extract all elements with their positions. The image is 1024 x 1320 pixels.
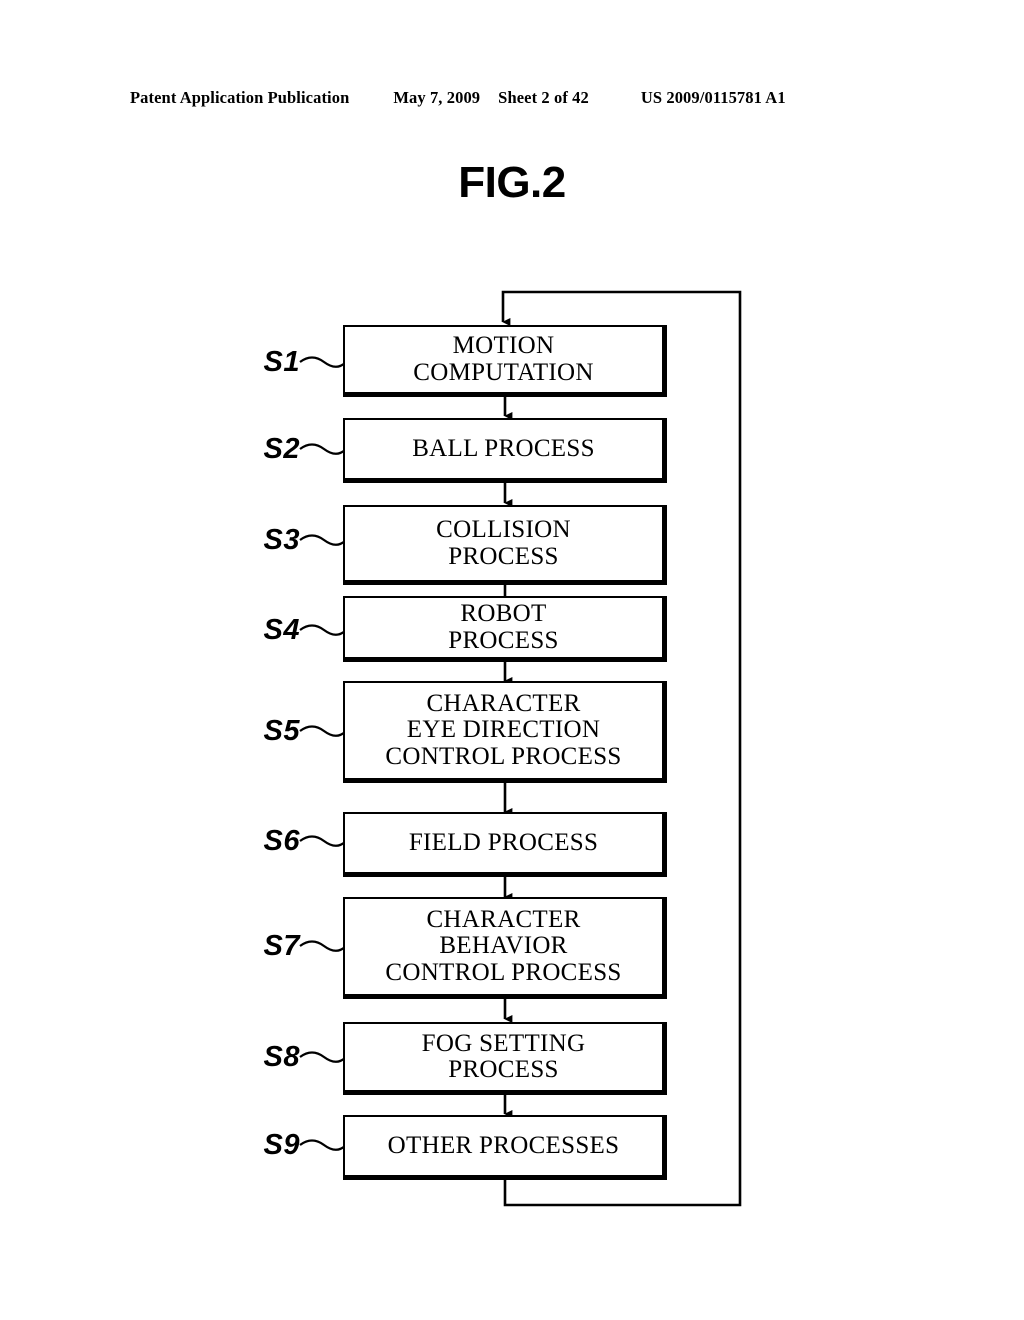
leader-line-s5 bbox=[299, 725, 346, 737]
process-box-s1[interactable]: MOTION COMPUTATION bbox=[343, 325, 667, 397]
process-box-s8-text: FOG SETTING PROCESS bbox=[421, 1029, 586, 1083]
step-label-s6: S6 bbox=[263, 825, 300, 857]
process-box-s4[interactable]: ROBOT PROCESS bbox=[343, 596, 667, 662]
process-box-s6[interactable]: FIELD PROCESS bbox=[343, 812, 667, 877]
process-box-s2-text: BALL PROCESS bbox=[412, 434, 595, 462]
process-box-s1-text: MOTION COMPUTATION bbox=[413, 332, 594, 386]
process-box-s7[interactable]: CHARACTER BEHAVIOR CONTROL PROCESS bbox=[343, 897, 667, 999]
process-box-s3[interactable]: COLLISION PROCESS bbox=[343, 505, 667, 585]
step-label-s1: S1 bbox=[263, 346, 300, 378]
process-box-s8[interactable]: FOG SETTING PROCESS bbox=[343, 1022, 667, 1095]
leader-line-s2 bbox=[299, 443, 346, 455]
process-box-s5[interactable]: CHARACTER EYE DIRECTION CONTROL PROCESS bbox=[343, 681, 667, 783]
step-label-s4: S4 bbox=[263, 614, 300, 646]
step-label-s2: S2 bbox=[263, 433, 300, 465]
leader-line-s8 bbox=[299, 1051, 346, 1063]
leader-line-s7 bbox=[299, 940, 346, 952]
step-label-s7: S7 bbox=[263, 930, 300, 962]
step-label-s5: S5 bbox=[263, 715, 300, 747]
process-box-s3-text: COLLISION PROCESS bbox=[436, 516, 571, 570]
leader-line-s4 bbox=[299, 624, 346, 636]
leader-line-s9 bbox=[299, 1139, 346, 1151]
process-box-s4-text: ROBOT PROCESS bbox=[448, 600, 559, 654]
flowchart-diagram: MOTION COMPUTATION BALL PROCESS COLLISIO… bbox=[0, 0, 1024, 1320]
leader-line-s6 bbox=[299, 835, 346, 847]
leader-line-s1 bbox=[299, 356, 346, 368]
process-box-s5-text: CHARACTER EYE DIRECTION CONTROL PROCESS bbox=[385, 690, 622, 770]
step-label-s9: S9 bbox=[263, 1129, 300, 1161]
process-box-s6-text: FIELD PROCESS bbox=[408, 828, 599, 856]
process-box-s9-text: OTHER PROCESSES bbox=[387, 1131, 620, 1159]
leader-line-s3 bbox=[299, 534, 346, 546]
process-box-s7-text: CHARACTER BEHAVIOR CONTROL PROCESS bbox=[385, 906, 622, 986]
step-label-s3: S3 bbox=[263, 524, 300, 556]
process-box-s9[interactable]: OTHER PROCESSES bbox=[343, 1115, 667, 1180]
step-label-s8: S8 bbox=[263, 1041, 300, 1073]
process-box-s2[interactable]: BALL PROCESS bbox=[343, 418, 667, 483]
